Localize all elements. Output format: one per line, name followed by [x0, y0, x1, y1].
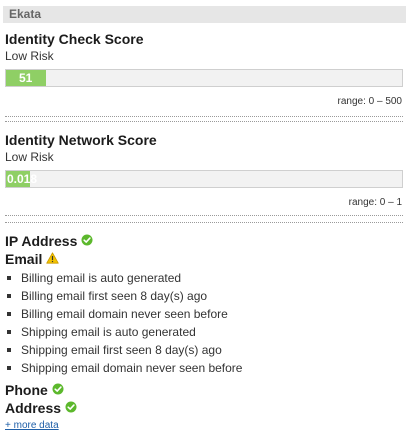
list-item: Shipping email domain never seen before	[7, 359, 242, 377]
address-section: Address	[5, 400, 77, 418]
email-alert-text: Billing email domain never seen before	[21, 307, 228, 321]
bullet-icon	[7, 275, 11, 280]
check-icon	[52, 382, 64, 399]
bullet-icon	[7, 329, 11, 334]
email-section: Email	[5, 251, 60, 269]
phone-section: Phone	[5, 382, 64, 400]
ip-address-section: IP Address	[5, 233, 93, 251]
divider	[5, 215, 403, 216]
ip-address-title: IP Address	[5, 233, 78, 249]
bullet-icon	[7, 311, 11, 316]
check-icon	[81, 233, 93, 250]
identity-check-risk-label: Low Risk	[5, 49, 54, 63]
identity-check-range: range: 0 – 500	[337, 96, 403, 107]
identity-network-score-value: 0.018	[7, 172, 38, 186]
email-alert-text: Shipping email first seen 8 day(s) ago	[21, 343, 222, 357]
identity-network-score-bar: 0.018	[5, 170, 403, 188]
list-item: Shipping email first seen 8 day(s) ago	[7, 341, 242, 359]
list-item: Billing email domain never seen before	[7, 305, 242, 323]
identity-check-score-value: 51	[19, 71, 33, 85]
bullet-icon	[7, 347, 11, 352]
phone-title: Phone	[5, 382, 48, 398]
panel-title: Ekata	[9, 7, 42, 21]
identity-network-score-title: Identity Network Score	[5, 132, 157, 148]
bullet-icon	[7, 293, 11, 298]
check-icon	[65, 400, 77, 417]
divider	[5, 121, 403, 122]
identity-network-risk-label: Low Risk	[5, 150, 54, 164]
email-alert-text: Billing email is auto generated	[21, 271, 182, 285]
email-alerts-list: Billing email is auto generated Billing …	[7, 269, 242, 377]
email-alert-text: Shipping email domain never seen before	[21, 361, 243, 375]
more-data-link[interactable]: + more data	[5, 420, 59, 432]
panel-header: Ekata	[3, 6, 406, 23]
identity-check-score-bar: 51	[5, 69, 403, 87]
email-alert-text: Billing email first seen 8 day(s) ago	[21, 289, 208, 303]
divider	[5, 116, 403, 117]
identity-check-score-title: Identity Check Score	[5, 31, 144, 47]
warning-icon	[46, 251, 60, 268]
identity-network-range: range: 0 – 1	[348, 197, 402, 208]
list-item: Billing email first seen 8 day(s) ago	[7, 287, 242, 305]
bullet-icon	[7, 365, 11, 370]
email-title: Email	[5, 251, 43, 267]
divider	[5, 222, 403, 223]
email-alert-text: Shipping email is auto generated	[21, 325, 196, 339]
list-item: Shipping email is auto generated	[7, 323, 242, 341]
list-item: Billing email is auto generated	[7, 269, 242, 287]
address-title: Address	[5, 400, 62, 416]
